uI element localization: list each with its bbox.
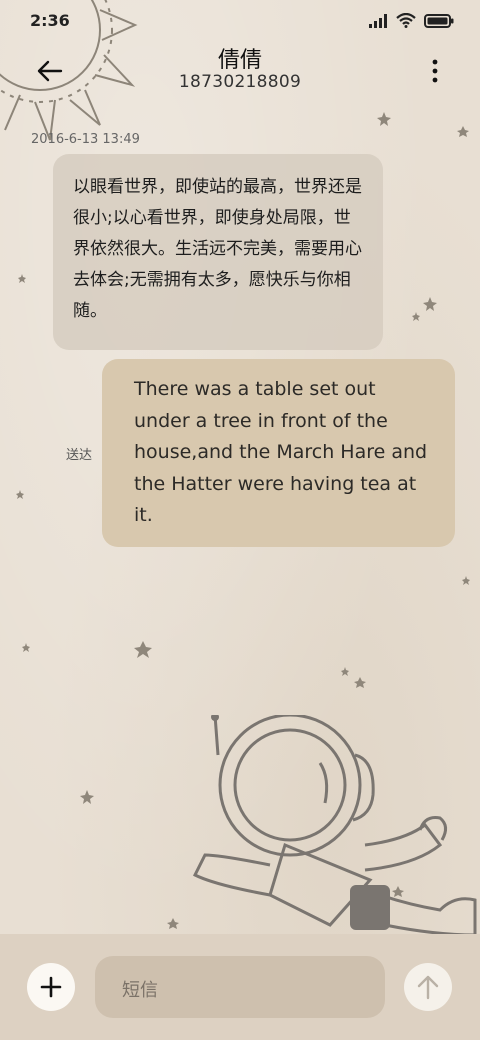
status-time: 2:36 [30, 11, 70, 30]
message-input-placeholder: 短信 [122, 980, 158, 1001]
battery-icon [424, 13, 454, 28]
contact-name: 倩倩 [217, 48, 262, 73]
status-bar: 2:36 [0, 0, 480, 40]
incoming-message-bubble[interactable]: 以眼看世界，即使站的最高，世界还是很小;以心看世界，即使身处局限，世界依然很大。… [53, 154, 383, 350]
status-icons [368, 13, 454, 28]
message-timestamp: 2016-6-13 13:49 [31, 132, 140, 147]
delivery-status: 送达 [66, 448, 93, 463]
outgoing-message-bubble[interactable]: There was a table set out under a tree i… [102, 359, 455, 547]
signal-icon [369, 13, 387, 28]
composer-bar: 短信 [0, 934, 480, 1040]
message-input[interactable]: 短信 [95, 956, 385, 1018]
more-options-button[interactable] [430, 58, 440, 84]
send-button[interactable] [404, 963, 452, 1011]
wifi-icon [396, 13, 416, 28]
conversation-header: 倩倩 18730218809 [0, 40, 480, 100]
add-attachment-button[interactable] [27, 963, 75, 1011]
incoming-message-text: 以眼看世界，即使站的最高，世界还是很小;以心看世界，即使身处局限，世界依然很大。… [73, 177, 362, 321]
astronaut-decoration-icon [192, 715, 477, 937]
plus-icon [40, 976, 62, 998]
arrow-up-icon [417, 975, 439, 1000]
contact-number: 18730218809 [178, 72, 302, 92]
outgoing-message-text: There was a table set out under a tree i… [134, 378, 428, 526]
